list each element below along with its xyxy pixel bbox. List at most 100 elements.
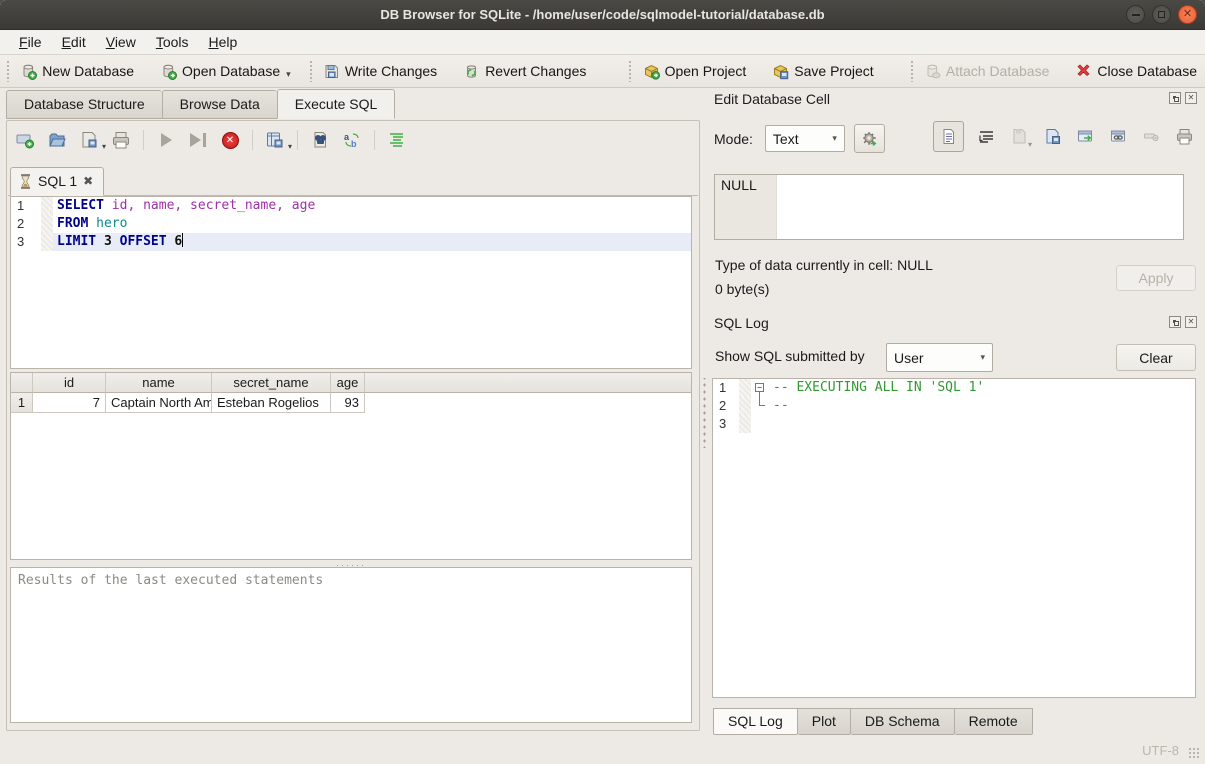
sql-log-title: SQL Log bbox=[714, 315, 769, 331]
maximize-icon bbox=[1158, 11, 1165, 18]
menu-edit[interactable]: Edit bbox=[53, 32, 95, 52]
sql-editor[interactable]: 1 SELECT id, name, secret_name, age 2 FR… bbox=[10, 196, 692, 369]
svg-text:b: b bbox=[351, 139, 357, 149]
save-project-button[interactable]: Save Project bbox=[764, 59, 881, 84]
encoding-indicator: UTF-8 bbox=[1142, 743, 1179, 758]
copy-link-button[interactable] bbox=[1107, 126, 1129, 148]
apply-button[interactable]: Apply bbox=[1116, 265, 1196, 291]
tab-browse-data[interactable]: Browse Data bbox=[162, 90, 277, 119]
stop-icon: ✕ bbox=[222, 132, 239, 149]
column-header-name[interactable]: name bbox=[106, 373, 212, 393]
stop-sql-button[interactable]: ✕ bbox=[219, 129, 241, 151]
tab-database-structure[interactable]: Database Structure bbox=[6, 90, 162, 119]
cell-secret-name[interactable]: Esteban Rogelios bbox=[212, 393, 331, 413]
results-message-area[interactable]: Results of the last executed statements bbox=[10, 567, 692, 723]
attach-database-button[interactable]: Attach Database bbox=[916, 59, 1058, 84]
maximize-button[interactable] bbox=[1152, 5, 1171, 24]
execute-icon bbox=[161, 133, 172, 147]
fold-collapse-icon[interactable]: − bbox=[755, 383, 764, 392]
import-cell-button[interactable]: ▾ bbox=[1008, 126, 1030, 148]
grid-corner[interactable] bbox=[11, 373, 33, 393]
code-line: LIMIT 3 OFFSET 6 bbox=[53, 233, 691, 251]
float-panel-button[interactable] bbox=[1169, 92, 1181, 104]
clear-log-button[interactable]: Clear bbox=[1116, 344, 1196, 371]
cell-value-editor[interactable]: NULL bbox=[714, 174, 1184, 240]
revert-changes-icon bbox=[463, 63, 480, 80]
header-filler bbox=[365, 373, 691, 393]
tab-execute-sql[interactable]: Execute SQL bbox=[277, 89, 396, 119]
cell-age[interactable]: 93 bbox=[331, 393, 365, 413]
menu-help[interactable]: Help bbox=[200, 32, 247, 52]
menu-file[interactable]: File bbox=[10, 32, 51, 52]
new-sql-tab-button[interactable] bbox=[14, 129, 36, 151]
execute-line-button[interactable] bbox=[187, 129, 209, 151]
cell-name[interactable]: Captain North America bbox=[106, 393, 212, 413]
cell-id[interactable]: 7 bbox=[33, 393, 106, 413]
export-cell-button[interactable] bbox=[1041, 126, 1063, 148]
row-header[interactable]: 1 bbox=[11, 393, 33, 413]
print-sql-button[interactable] bbox=[110, 129, 132, 151]
auto-apply-button[interactable] bbox=[854, 124, 885, 153]
open-external-button[interactable] bbox=[1074, 126, 1096, 148]
write-changes-button[interactable]: Write Changes bbox=[315, 59, 445, 84]
tab-remote[interactable]: Remote bbox=[955, 708, 1033, 735]
word-wrap-button[interactable] bbox=[975, 126, 997, 148]
tab-sql-log[interactable]: SQL Log bbox=[713, 708, 798, 735]
log-filter-row: Show SQL submitted by User ▾ Clear bbox=[714, 343, 1197, 372]
open-project-button[interactable]: Open Project bbox=[635, 59, 755, 84]
resize-grip[interactable] bbox=[1188, 747, 1201, 760]
tab-plot[interactable]: Plot bbox=[798, 708, 851, 735]
sql-log-editor[interactable]: 1 − -- EXECUTING ALL IN 'SQL 1' 2 - bbox=[712, 378, 1196, 698]
line-number: 1 bbox=[11, 197, 41, 215]
float-panel-button[interactable] bbox=[1169, 316, 1181, 328]
print-cell-button[interactable] bbox=[1173, 126, 1195, 148]
close-database-label: Close Database bbox=[1097, 63, 1197, 79]
log-line-text: -- EXECUTING ALL IN 'SQL 1' bbox=[769, 379, 1195, 397]
mode-select[interactable]: Text ▾ bbox=[765, 125, 845, 152]
sql-tab-close-icon[interactable]: ✖ bbox=[83, 174, 93, 188]
execute-to-line-icon bbox=[190, 133, 201, 147]
window-controls: ✕ bbox=[1126, 5, 1197, 24]
new-database-button[interactable]: New Database bbox=[12, 59, 142, 84]
execute-sql-button[interactable] bbox=[155, 129, 177, 151]
mode-value: Text bbox=[773, 131, 799, 147]
new-database-icon bbox=[20, 63, 37, 80]
close-database-button[interactable]: Close Database bbox=[1067, 59, 1205, 84]
log-filter-select[interactable]: User ▾ bbox=[886, 343, 993, 372]
find-button[interactable] bbox=[309, 129, 331, 151]
results-grid[interactable]: id name secret_name age 1 7 Captain Nort… bbox=[10, 372, 692, 560]
sql-toolbar: ▾ ✕ ▾ ab bbox=[14, 129, 408, 151]
menu-view[interactable]: View bbox=[97, 32, 145, 52]
minimize-button[interactable] bbox=[1126, 5, 1145, 24]
mode-row: Mode: Text ▾ bbox=[714, 124, 885, 153]
tab-db-schema[interactable]: DB Schema bbox=[851, 708, 955, 735]
format-sql-button[interactable] bbox=[386, 129, 408, 151]
vertical-splitter[interactable] bbox=[702, 378, 707, 448]
column-header-secret-name[interactable]: secret_name bbox=[212, 373, 331, 393]
close-panel-button[interactable]: ✕ bbox=[1185, 316, 1197, 328]
find-replace-button[interactable]: ab bbox=[341, 129, 363, 151]
table-row[interactable]: 1 7 Captain North America Esteban Rogeli… bbox=[11, 393, 691, 413]
fold-margin bbox=[41, 233, 53, 251]
close-window-button[interactable]: ✕ bbox=[1178, 5, 1197, 24]
save-sql-file-button[interactable]: ▾ bbox=[78, 129, 100, 151]
export-caret-icon: ▾ bbox=[288, 142, 292, 151]
titlebar[interactable]: DB Browser for SQLite - /home/user/code/… bbox=[0, 0, 1205, 30]
menu-tools[interactable]: Tools bbox=[147, 32, 198, 52]
revert-changes-button[interactable]: Revert Changes bbox=[455, 59, 594, 84]
edit-cell-dock-buttons: ✕ bbox=[1169, 92, 1197, 104]
toolbar-separator bbox=[143, 130, 144, 150]
open-database-button[interactable]: Open Database ▾ bbox=[152, 59, 299, 84]
open-sql-file-button[interactable] bbox=[46, 129, 68, 151]
sql-document-tab[interactable]: SQL 1 ✖ bbox=[10, 167, 104, 196]
text-mode-button[interactable] bbox=[933, 121, 964, 152]
close-panel-button[interactable]: ✕ bbox=[1185, 92, 1197, 104]
open-project-icon bbox=[643, 63, 660, 80]
set-null-button[interactable] bbox=[1140, 126, 1162, 148]
float-icon bbox=[1174, 321, 1179, 326]
menubar: File Edit View Tools Help bbox=[0, 30, 1205, 55]
export-results-button[interactable]: ▾ bbox=[264, 129, 286, 151]
column-header-id[interactable]: id bbox=[33, 373, 106, 393]
column-header-age[interactable]: age bbox=[331, 373, 365, 393]
cell-editor-text-area[interactable] bbox=[777, 175, 1183, 239]
